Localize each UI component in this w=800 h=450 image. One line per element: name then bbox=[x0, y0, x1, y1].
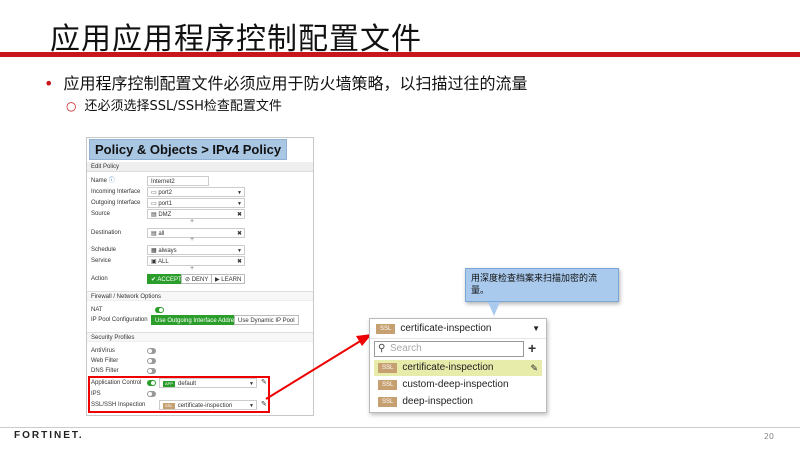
schedule-row: Schedule ▦ always ▼ bbox=[91, 245, 311, 255]
highlight-box bbox=[88, 376, 270, 413]
hollow-circle-icon: ○ bbox=[66, 99, 77, 113]
accept-button[interactable]: ✔ ACCEPT bbox=[147, 274, 186, 284]
dns-filter-toggle[interactable] bbox=[147, 368, 156, 374]
web-filter-label: Web Filter bbox=[91, 358, 119, 364]
name-row: Name ⓘ Internet2 bbox=[91, 176, 311, 186]
chevron-down-icon: ▼ bbox=[237, 201, 242, 207]
service-label: Service bbox=[91, 258, 112, 264]
remove-icon: ✖ bbox=[236, 212, 242, 218]
remove-icon: ✖ bbox=[236, 231, 242, 237]
outgoing-label: Outgoing Interface bbox=[91, 200, 141, 206]
fortinet-logo: FORTINET. bbox=[14, 430, 84, 441]
dropdown-option[interactable]: SSL deep-inspection bbox=[374, 394, 542, 410]
incoming-row: Incoming Interface ▭ port2 ▼ bbox=[91, 187, 311, 197]
nat-row: NAT bbox=[91, 305, 311, 315]
bullet-dot-icon: • bbox=[44, 74, 54, 93]
search-icon: ⚲ bbox=[378, 343, 386, 354]
title-divider bbox=[0, 52, 800, 57]
dns-filter-row: DNS Filter bbox=[91, 366, 311, 376]
main-bullet-text: 应用程序控制配置文件必须应用于防火墙策略，以扫描过往的流量 bbox=[63, 74, 528, 93]
antivirus-row: AntiVirus bbox=[91, 346, 311, 356]
schedule-label: Schedule bbox=[91, 247, 117, 253]
chevron-down-icon: ▼ bbox=[237, 248, 242, 254]
destination-row: Destination ▤ all ✖ bbox=[91, 228, 311, 238]
remove-icon: ✖ bbox=[236, 259, 242, 265]
edit-policy-header: Edit Policy bbox=[87, 162, 313, 172]
outgoing-row: Outgoing Interface ▭ port1 ▼ bbox=[91, 198, 311, 208]
use-outgoing-interface-tab[interactable]: Use Outgoing Interface Address bbox=[151, 315, 245, 325]
nat-label: NAT bbox=[91, 307, 103, 313]
service-select[interactable]: ▣ ALL ✖ bbox=[147, 256, 245, 266]
action-label: Action bbox=[91, 276, 108, 282]
destination-select[interactable]: ▤ all ✖ bbox=[147, 228, 245, 238]
outgoing-select[interactable]: ▭ port1 ▼ bbox=[147, 198, 245, 208]
name-label: Name ⓘ bbox=[91, 178, 115, 184]
source-row: Source ▤ DMZ ✖ bbox=[91, 209, 311, 219]
dropdown-option[interactable]: SSL certificate-inspection ✎ bbox=[374, 360, 542, 376]
schedule-select[interactable]: ▦ always ▼ bbox=[147, 245, 245, 255]
name-input[interactable]: Internet2 bbox=[147, 176, 209, 186]
tooltip-tail bbox=[488, 302, 500, 316]
web-filter-row: Web Filter bbox=[91, 356, 311, 366]
page-number: 20 bbox=[763, 432, 774, 441]
source-select[interactable]: ▤ DMZ ✖ bbox=[147, 209, 245, 219]
ip-pool-row: IP Pool Configuration Use Outgoing Inter… bbox=[91, 315, 311, 325]
policy-window-title: Policy & Objects > IPv4 Policy bbox=[89, 139, 288, 160]
ssl-badge: SSL bbox=[378, 397, 398, 407]
edit-policy-window: Edit Policy Name ⓘ Internet2 Incoming In… bbox=[86, 137, 314, 416]
add-service-icon[interactable]: + bbox=[190, 265, 194, 272]
antivirus-label: AntiVirus bbox=[91, 348, 115, 354]
use-dynamic-ip-pool-tab[interactable]: Use Dynamic IP Pool bbox=[234, 315, 299, 325]
chevron-down-icon: ▼ bbox=[532, 324, 540, 333]
ssl-badge: SSL bbox=[378, 380, 398, 390]
incoming-select[interactable]: ▭ port2 ▼ bbox=[147, 187, 245, 197]
incoming-label: Incoming Interface bbox=[91, 189, 141, 195]
tooltip: 用深度检查档案来扫描加密的流量。 bbox=[465, 268, 619, 302]
antivirus-toggle[interactable] bbox=[147, 348, 156, 354]
footer-divider bbox=[0, 427, 800, 428]
dns-filter-label: DNS Filter bbox=[91, 368, 119, 374]
service-icon: ▣ bbox=[151, 259, 159, 265]
ssl-profile-dropdown[interactable]: SSL certificate-inspection ▼ ⚲ Search + SSL… bbox=[369, 318, 547, 413]
ssl-badge: SSL bbox=[376, 324, 396, 334]
deny-button[interactable]: ⊘ DENY bbox=[181, 274, 213, 284]
ssl-badge: SSL bbox=[378, 363, 398, 373]
dropdown-option[interactable]: SSL custom-deep-inspection bbox=[374, 377, 542, 393]
pencil-icon: ✎ bbox=[530, 363, 538, 373]
info-icon: ⓘ bbox=[108, 178, 115, 184]
add-profile-icon[interactable]: + bbox=[528, 340, 536, 356]
sub-bullet: ○ 还必须选择SSL/SSH检查配置文件 bbox=[66, 95, 282, 114]
add-destination-icon[interactable]: + bbox=[190, 236, 194, 243]
source-label: Source bbox=[91, 211, 111, 217]
action-row: Action ✔ ACCEPT ⊘ DENY ▶ LEARN bbox=[91, 274, 311, 284]
main-bullet: • 应用程序控制配置文件必须应用于防火墙策略，以扫描过往的流量 bbox=[44, 70, 527, 94]
chevron-down-icon: ▼ bbox=[237, 190, 242, 196]
learn-button[interactable]: ▶ LEARN bbox=[211, 274, 246, 284]
security-profiles-header: Security Profiles bbox=[87, 332, 313, 342]
sub-bullet-text: 还必须选择SSL/SSH检查配置文件 bbox=[84, 99, 282, 114]
add-source-icon[interactable]: + bbox=[190, 218, 194, 225]
service-row: Service ▣ ALL ✖ bbox=[91, 256, 311, 266]
destination-label: Destination bbox=[91, 230, 122, 236]
firewall-network-header: Firewall / Network Options bbox=[87, 291, 313, 301]
nat-toggle[interactable] bbox=[155, 307, 164, 313]
dropdown-search-input[interactable]: ⚲ Search bbox=[374, 341, 524, 357]
ip-pool-label: IP Pool Configuration bbox=[91, 317, 148, 323]
dropdown-selected-value[interactable]: SSL certificate-inspection ▼ bbox=[370, 319, 546, 339]
web-filter-toggle[interactable] bbox=[147, 358, 156, 364]
